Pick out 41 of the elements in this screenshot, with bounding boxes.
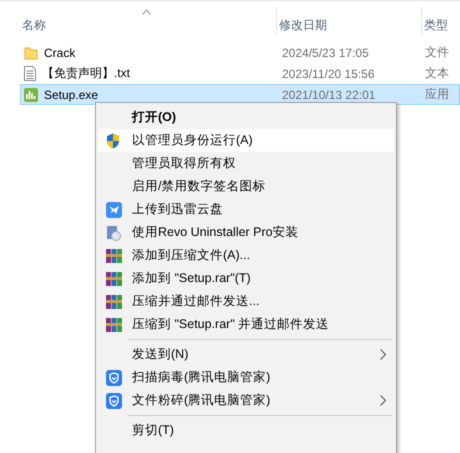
menu-item[interactable]: 启用/禁用数字签名图标	[98, 175, 394, 198]
books-icon	[106, 316, 122, 332]
menu-item[interactable]: 添加到压缩文件(A)...	[98, 244, 394, 267]
file-date: 2023/11/20 15:56	[281, 66, 376, 80]
file-row[interactable]: Crack 2024/5/23 17:05 文件	[20, 42, 460, 63]
file-row[interactable]: Setup.exe 2021/10/13 22:01 应用	[20, 84, 460, 105]
menu-item[interactable]: 压缩到 "Setup.rar" 并通过邮件发送	[98, 313, 394, 336]
menu-item[interactable]: 扫描病毒(腾讯电脑管家)	[98, 366, 394, 389]
file-name: 【免责声明】.txt	[42, 65, 130, 82]
file-type: 文本	[424, 65, 450, 82]
menu-item[interactable]: 剪切(T)	[98, 419, 394, 442]
menu-item[interactable]: 添加到 "Setup.rar"(T)	[98, 267, 394, 290]
books-icon	[106, 270, 122, 286]
file-type: 应用	[424, 86, 450, 103]
menu-item[interactable]: 使用Revo Uninstaller Pro安装	[98, 221, 394, 244]
file-date: 2021/10/13 22:01	[281, 88, 376, 102]
file-name: Setup.exe	[44, 88, 98, 102]
file-type: 文件	[424, 44, 450, 61]
file-name: Crack	[44, 46, 76, 60]
menu-item[interactable]: 上传到迅雷云盘	[98, 198, 394, 221]
folder-icon	[24, 46, 38, 60]
shield-icon	[106, 392, 122, 408]
bar-chart-icon	[24, 88, 38, 102]
shield-icon	[106, 132, 120, 148]
menu-item[interactable]: 打开(O)	[98, 106, 394, 129]
menu-item[interactable]: 文件粉碎(腾讯电脑管家)	[98, 389, 394, 412]
file-row[interactable]: 【免责声明】.txt 2023/11/20 15:56 文本	[20, 63, 460, 84]
disc-icon	[106, 224, 122, 240]
column-header[interactable]: 修改日期	[279, 8, 327, 34]
menu-item[interactable]: 压缩并通过邮件发送...	[98, 290, 394, 313]
shield-icon	[106, 370, 122, 386]
file-date: 2024/5/23 17:05	[281, 46, 370, 60]
menu-item[interactable]: 管理员取得所有权	[98, 152, 394, 175]
books-icon	[106, 294, 122, 310]
menu-item[interactable]: 发送到(N)	[98, 343, 394, 366]
column-header[interactable]: 名称	[22, 8, 46, 34]
books-icon	[106, 248, 122, 264]
column-header[interactable]: 类型	[424, 8, 448, 34]
menu-item[interactable]: 以管理员身份运行(A)	[98, 129, 394, 152]
bird-icon	[106, 202, 122, 218]
document-icon	[24, 66, 36, 81]
